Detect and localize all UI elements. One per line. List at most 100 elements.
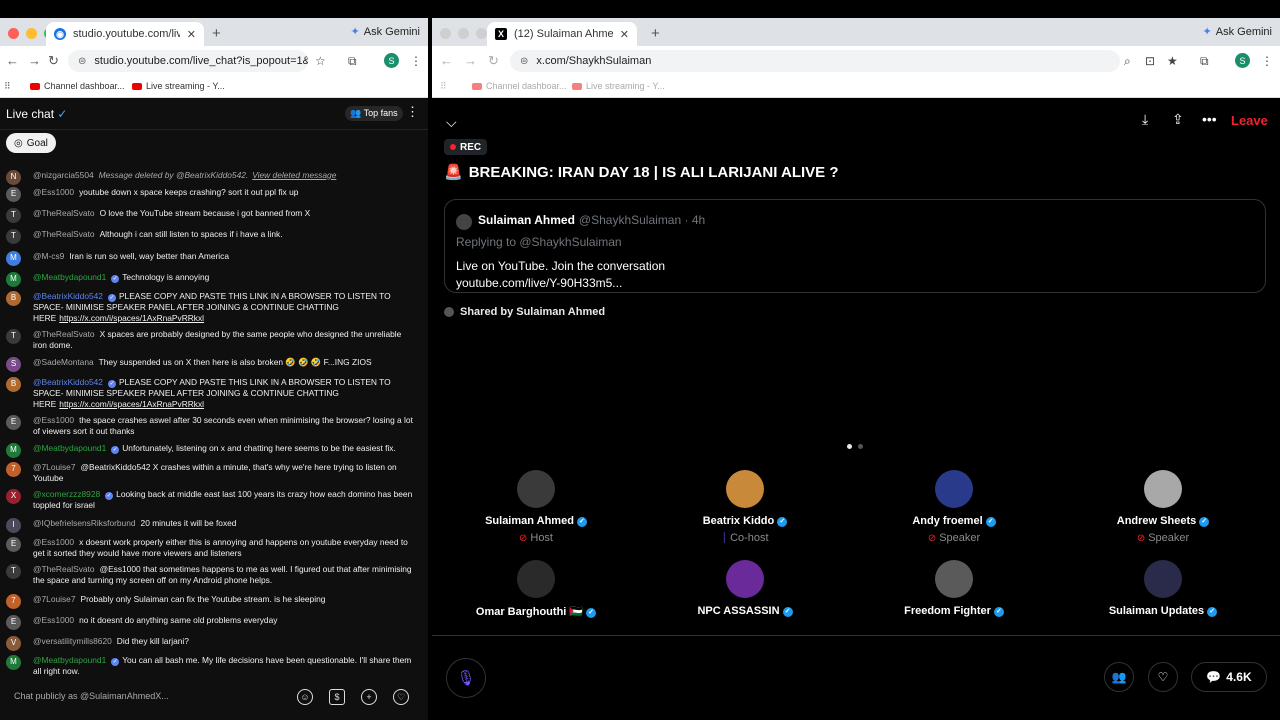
- chat-author[interactable]: @IQbefrielsensRiksforbund: [33, 518, 136, 528]
- emoji-icon[interactable]: ☺: [297, 689, 313, 705]
- chat-author[interactable]: @TheRealSvato: [33, 329, 95, 339]
- add-icon[interactable]: +: [361, 689, 377, 705]
- avatar[interactable]: V: [6, 636, 21, 651]
- new-tab-icon[interactable]: +: [212, 25, 221, 42]
- reload-icon[interactable]: ↻: [488, 53, 499, 69]
- forward-icon[interactable]: →: [28, 53, 41, 68]
- install-icon[interactable]: ⊡: [1145, 54, 1155, 68]
- avatar[interactable]: 7: [6, 594, 21, 609]
- avatar[interactable]: T: [6, 564, 21, 579]
- bookmark-channel-dashboard[interactable]: Channel dashboar...: [30, 81, 125, 91]
- browser-menu-icon[interactable]: ⋮: [1261, 54, 1273, 68]
- reaction-heart-icon[interactable]: ♡: [1148, 662, 1178, 692]
- back-icon[interactable]: ←: [6, 53, 19, 68]
- chat-author[interactable]: @versatilitymills8620: [33, 636, 112, 646]
- bookmark-star-icon[interactable]: ★: [1167, 54, 1178, 68]
- bookmark-live-streaming[interactable]: Live streaming - Y...: [572, 81, 665, 91]
- avatar[interactable]: B: [6, 377, 21, 392]
- back-icon[interactable]: ←: [440, 53, 453, 68]
- minimize-window-button[interactable]: [26, 28, 37, 39]
- avatar[interactable]: [517, 470, 555, 508]
- space-link[interactable]: https://x.com/i/spaces/1AxRnaPvRRkxl: [59, 313, 204, 323]
- avatar[interactable]: T: [6, 229, 21, 244]
- page-indicator[interactable]: [847, 444, 863, 449]
- avatar[interactable]: M: [6, 272, 21, 287]
- goal-button[interactable]: ◎ Goal: [6, 133, 56, 153]
- browser-tab[interactable]: ◉ studio.youtube.com/live_chat ✕: [46, 22, 204, 46]
- chat-author[interactable]: @Meatbydapound1: [33, 655, 106, 665]
- avatar[interactable]: M: [6, 655, 21, 670]
- avatar[interactable]: X: [6, 489, 21, 504]
- browser-tab[interactable]: X (12) Sulaiman Ahmed (@ShaykhSulaiman) …: [487, 22, 637, 46]
- avatar[interactable]: [1144, 560, 1182, 598]
- speaker-tile[interactable]: Sulaiman Updates ✓: [1073, 560, 1253, 617]
- avatar[interactable]: E: [6, 537, 21, 552]
- minimize-window-button[interactable]: [458, 28, 469, 39]
- close-window-button[interactable]: [8, 28, 19, 39]
- avatar[interactable]: M: [6, 443, 21, 458]
- avatar[interactable]: [726, 560, 764, 598]
- chat-author[interactable]: @TheRealSvato: [33, 229, 95, 239]
- chat-author[interactable]: @SadeMontana: [33, 357, 94, 367]
- chat-author[interactable]: @Ess1000: [33, 537, 74, 547]
- bookmark-star-icon[interactable]: ☆: [315, 54, 326, 68]
- chat-author[interactable]: @Ess1000: [33, 615, 74, 625]
- chat-author[interactable]: @BeatrixKiddo542: [33, 291, 103, 301]
- browser-menu-icon[interactable]: ⋮: [410, 54, 422, 68]
- zoom-window-button[interactable]: [476, 28, 487, 39]
- chat-author[interactable]: @M-cs9: [33, 251, 64, 261]
- close-window-button[interactable]: [440, 28, 451, 39]
- extensions-icon[interactable]: ⧉: [348, 54, 357, 69]
- bookmark-live-streaming[interactable]: Live streaming - Y...: [132, 81, 225, 91]
- speaker-tile[interactable]: Beatrix Kiddo ✓ ⏐ Co-host: [655, 470, 835, 544]
- pinned-post[interactable]: Sulaiman Ahmed @ShaykhSulaiman · 4h Reply…: [444, 199, 1266, 293]
- microphone-icon[interactable]: 🎙: [446, 658, 486, 698]
- chat-input[interactable]: Chat publicly as @SulaimanAhmedX...: [6, 685, 286, 707]
- avatar[interactable]: E: [6, 615, 21, 630]
- ask-gemini-button[interactable]: ✦ Ask Gemini: [351, 25, 420, 39]
- collapse-chevron-icon[interactable]: ⌵: [446, 114, 457, 131]
- chat-author[interactable]: @TheRealSvato: [33, 564, 95, 574]
- avatar[interactable]: [517, 560, 555, 598]
- leave-button[interactable]: Leave: [1231, 113, 1268, 128]
- chat-author[interactable]: @Ess1000: [33, 415, 74, 425]
- apps-icon[interactable]: ⠿: [4, 81, 11, 92]
- avatar[interactable]: I: [6, 518, 21, 533]
- avatar[interactable]: T: [6, 208, 21, 223]
- close-tab-icon[interactable]: ✕: [187, 28, 196, 41]
- chat-author[interactable]: @nizgarcia5504: [33, 170, 94, 180]
- profile-avatar[interactable]: S: [1235, 53, 1250, 68]
- site-info-icon[interactable]: ⊜: [520, 56, 528, 67]
- zoom-icon[interactable]: ⌕: [1124, 54, 1131, 69]
- share-icon[interactable]: ⇪: [1172, 111, 1184, 128]
- reload-icon[interactable]: ↻: [48, 53, 59, 69]
- comments-button[interactable]: 💬 4.6K: [1191, 662, 1267, 692]
- more-options-icon[interactable]: •••: [1202, 111, 1217, 127]
- forward-icon[interactable]: →: [464, 53, 477, 68]
- speaker-tile[interactable]: Andy froemel ✓ ⊘ Speaker: [864, 470, 1044, 544]
- avatar[interactable]: E: [6, 415, 21, 430]
- extensions-icon[interactable]: ⧉: [1200, 54, 1209, 69]
- minimize-space-icon[interactable]: ⤓: [1142, 111, 1148, 128]
- speaker-tile[interactable]: Sulaiman Ahmed ✓ ⊘ Host: [446, 470, 626, 544]
- heart-icon[interactable]: ♡: [393, 689, 409, 705]
- chat-author[interactable]: @TheRealSvato: [33, 208, 95, 218]
- avatar[interactable]: [1144, 470, 1182, 508]
- chat-author[interactable]: @xcomerzzz8928: [33, 489, 100, 499]
- new-tab-icon[interactable]: +: [651, 25, 660, 42]
- chat-menu-icon[interactable]: ⋮: [406, 104, 419, 120]
- profile-avatar[interactable]: S: [384, 53, 399, 68]
- avatar[interactable]: B: [6, 291, 21, 306]
- chevron-down-icon[interactable]: ✓: [57, 107, 67, 121]
- speaker-tile[interactable]: Freedom Fighter ✓: [864, 560, 1044, 617]
- chat-author[interactable]: @Meatbydapound1: [33, 443, 106, 453]
- avatar[interactable]: N: [6, 170, 21, 185]
- space-link[interactable]: https://x.com/i/spaces/1AxRnaPvRRkxl: [59, 399, 204, 409]
- people-icon[interactable]: 👥: [1104, 662, 1134, 692]
- avatar[interactable]: E: [6, 187, 21, 202]
- chat-author[interactable]: @Ess1000: [33, 187, 74, 197]
- top-fans-button[interactable]: 👥 Top fans: [345, 106, 403, 121]
- avatar[interactable]: [726, 470, 764, 508]
- address-bar[interactable]: ⊜ studio.youtube.com/live_chat?is_popout…: [68, 50, 308, 72]
- bookmark-channel-dashboard[interactable]: Channel dashboar...: [472, 81, 567, 91]
